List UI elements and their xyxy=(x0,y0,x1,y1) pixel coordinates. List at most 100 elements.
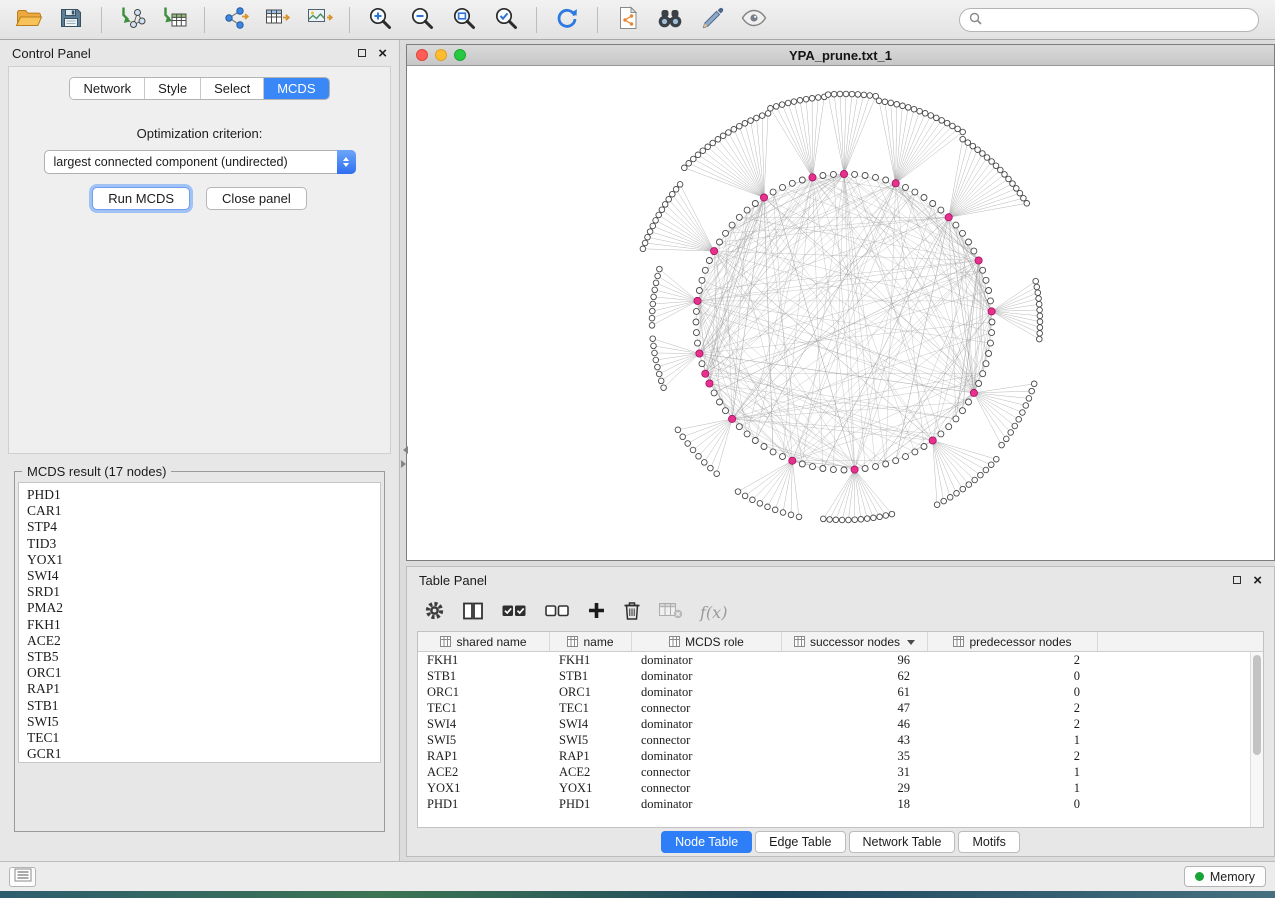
table-row[interactable]: YOX1YOX1connector291 xyxy=(418,780,1263,796)
column-header-predecessor-nodes[interactable]: predecessor nodes xyxy=(928,632,1098,651)
mcds-result-item[interactable]: SWI5 xyxy=(27,714,380,730)
mcds-result-item[interactable]: STB5 xyxy=(27,649,380,665)
delete-column-button[interactable] xyxy=(622,599,642,625)
table-settings-button[interactable] xyxy=(423,599,446,625)
share-document-button[interactable] xyxy=(609,4,647,36)
selected-option-label: largest connected component (undirected) xyxy=(45,155,337,169)
table-row[interactable]: FKH1FKH1dominator962 xyxy=(418,652,1263,668)
tab-network[interactable]: Network xyxy=(70,78,145,99)
task-history-button[interactable] xyxy=(9,867,36,887)
find-button[interactable] xyxy=(651,4,689,36)
import-table-icon xyxy=(161,5,188,34)
import-table-disabled-button[interactable] xyxy=(657,600,684,624)
window-zoom-button[interactable] xyxy=(454,49,466,61)
column-header-shared-name[interactable]: shared name xyxy=(418,632,550,651)
table-row[interactable]: TEC1TEC1connector472 xyxy=(418,700,1263,716)
mcds-result-item[interactable]: TEC1 xyxy=(27,730,380,746)
export-table-button[interactable] xyxy=(258,4,296,36)
network-window-titlebar[interactable]: YPA_prune.txt_1 xyxy=(407,45,1274,66)
table-cell: 0 xyxy=(928,669,1098,684)
search-input[interactable] xyxy=(988,13,1249,27)
window-minimize-button[interactable] xyxy=(435,49,447,61)
table-cell: SWI4 xyxy=(550,717,632,732)
tab-select[interactable]: Select xyxy=(201,78,264,99)
table-row[interactable]: STB1STB1dominator620 xyxy=(418,668,1263,684)
tab-style[interactable]: Style xyxy=(145,78,201,99)
close-table-panel-icon[interactable]: × xyxy=(1253,573,1262,588)
export-network-button[interactable] xyxy=(216,4,254,36)
zoom-in-button[interactable] xyxy=(361,4,399,36)
table-tabs: Node TableEdge TableNetwork TableMotifs xyxy=(407,828,1274,856)
show-hide-button[interactable] xyxy=(735,4,773,36)
sort-caret-icon[interactable] xyxy=(907,640,915,649)
function-builder-button[interactable]: f(x) xyxy=(699,602,728,623)
apply-layout-button[interactable] xyxy=(548,4,586,36)
mcds-result-item[interactable]: FKH1 xyxy=(27,617,380,633)
mcds-result-item[interactable]: RAP1 xyxy=(27,681,380,697)
table-row[interactable]: PHD1PHD1dominator180 xyxy=(418,796,1263,812)
optimization-criterion-select[interactable]: largest connected component (undirected) xyxy=(44,150,356,174)
close-panel-icon[interactable]: × xyxy=(378,46,387,61)
import-network-button[interactable] xyxy=(113,4,151,36)
save-button[interactable] xyxy=(52,4,90,36)
tab-network-table[interactable]: Network Table xyxy=(849,831,956,853)
tab-mcds[interactable]: MCDS xyxy=(264,78,328,99)
deselect-all-columns-button[interactable] xyxy=(543,601,571,624)
mcds-result-item[interactable]: GCR1 xyxy=(27,746,380,762)
run-mcds-button[interactable]: Run MCDS xyxy=(92,187,190,210)
export-image-button[interactable] xyxy=(300,4,338,36)
tab-edge-table[interactable]: Edge Table xyxy=(755,831,845,853)
mcds-result-item[interactable]: PHD1 xyxy=(27,487,380,503)
export-network-icon xyxy=(222,5,249,34)
table-cell: 96 xyxy=(782,653,928,668)
table-header-row: shared namenameMCDS rolesuccessor nodesp… xyxy=(418,632,1263,652)
mcds-result-item[interactable]: PMA2 xyxy=(27,600,380,616)
zoom-fit-button[interactable] xyxy=(445,4,483,36)
mcds-result-list[interactable]: PHD1CAR1STP4TID3YOX1SWI4SRD1PMA2FKH1ACE2… xyxy=(18,482,381,763)
mcds-result-item[interactable]: STB1 xyxy=(27,698,380,714)
table-cell: ACE2 xyxy=(418,765,550,780)
scrollbar-thumb[interactable] xyxy=(1253,655,1261,755)
paint-style-button[interactable] xyxy=(693,4,731,36)
mcds-result-item[interactable]: ORC1 xyxy=(27,665,380,681)
tab-node-table[interactable]: Node Table xyxy=(661,831,752,853)
show-columns-button[interactable] xyxy=(461,600,485,625)
zoom-selected-button[interactable] xyxy=(487,4,525,36)
table-scrollbar[interactable] xyxy=(1250,652,1263,827)
table-cell: connector xyxy=(632,701,782,716)
mcds-result-item[interactable]: SRD1 xyxy=(27,584,380,600)
select-all-columns-button[interactable] xyxy=(500,601,528,624)
optimization-criterion-label: Optimization criterion: xyxy=(137,126,263,141)
table-row[interactable]: SWI4SWI4dominator462 xyxy=(418,716,1263,732)
mcds-result-item[interactable]: CAR1 xyxy=(27,503,380,519)
table-cell: PHD1 xyxy=(418,797,550,812)
column-header-MCDS-role[interactable]: MCDS role xyxy=(632,632,782,651)
import-table-button[interactable] xyxy=(155,4,193,36)
mcds-result-item[interactable]: ACE2 xyxy=(27,633,380,649)
collapse-left-icon[interactable] xyxy=(399,446,408,454)
panel-splitter[interactable] xyxy=(400,40,406,861)
float-table-panel-icon[interactable] xyxy=(1233,576,1241,584)
collapse-right-icon[interactable] xyxy=(401,460,410,468)
column-header-successor-nodes[interactable]: successor nodes xyxy=(782,632,928,651)
table-row[interactable]: ORC1ORC1dominator610 xyxy=(418,684,1263,700)
mcds-result-item[interactable]: STP4 xyxy=(27,519,380,535)
zoom-selected-icon xyxy=(493,5,519,34)
open-file-button[interactable] xyxy=(10,4,48,36)
close-panel-button[interactable]: Close panel xyxy=(206,187,307,210)
float-panel-icon[interactable] xyxy=(358,49,366,57)
table-row[interactable]: RAP1RAP1dominator352 xyxy=(418,748,1263,764)
table-row[interactable]: SWI5SWI5connector431 xyxy=(418,732,1263,748)
network-graph[interactable] xyxy=(407,66,1274,560)
mcds-result-item[interactable]: TID3 xyxy=(27,536,380,552)
create-column-button[interactable] xyxy=(586,600,607,624)
mcds-result-item[interactable]: YOX1 xyxy=(27,552,380,568)
window-close-button[interactable] xyxy=(416,49,428,61)
mcds-result-item[interactable]: SWI4 xyxy=(27,568,380,584)
zoom-out-button[interactable] xyxy=(403,4,441,36)
tab-motifs[interactable]: Motifs xyxy=(958,831,1019,853)
network-view[interactable] xyxy=(407,66,1274,560)
memory-button[interactable]: Memory xyxy=(1184,866,1266,887)
table-row[interactable]: ACE2ACE2connector311 xyxy=(418,764,1263,780)
column-header-name[interactable]: name xyxy=(550,632,632,651)
